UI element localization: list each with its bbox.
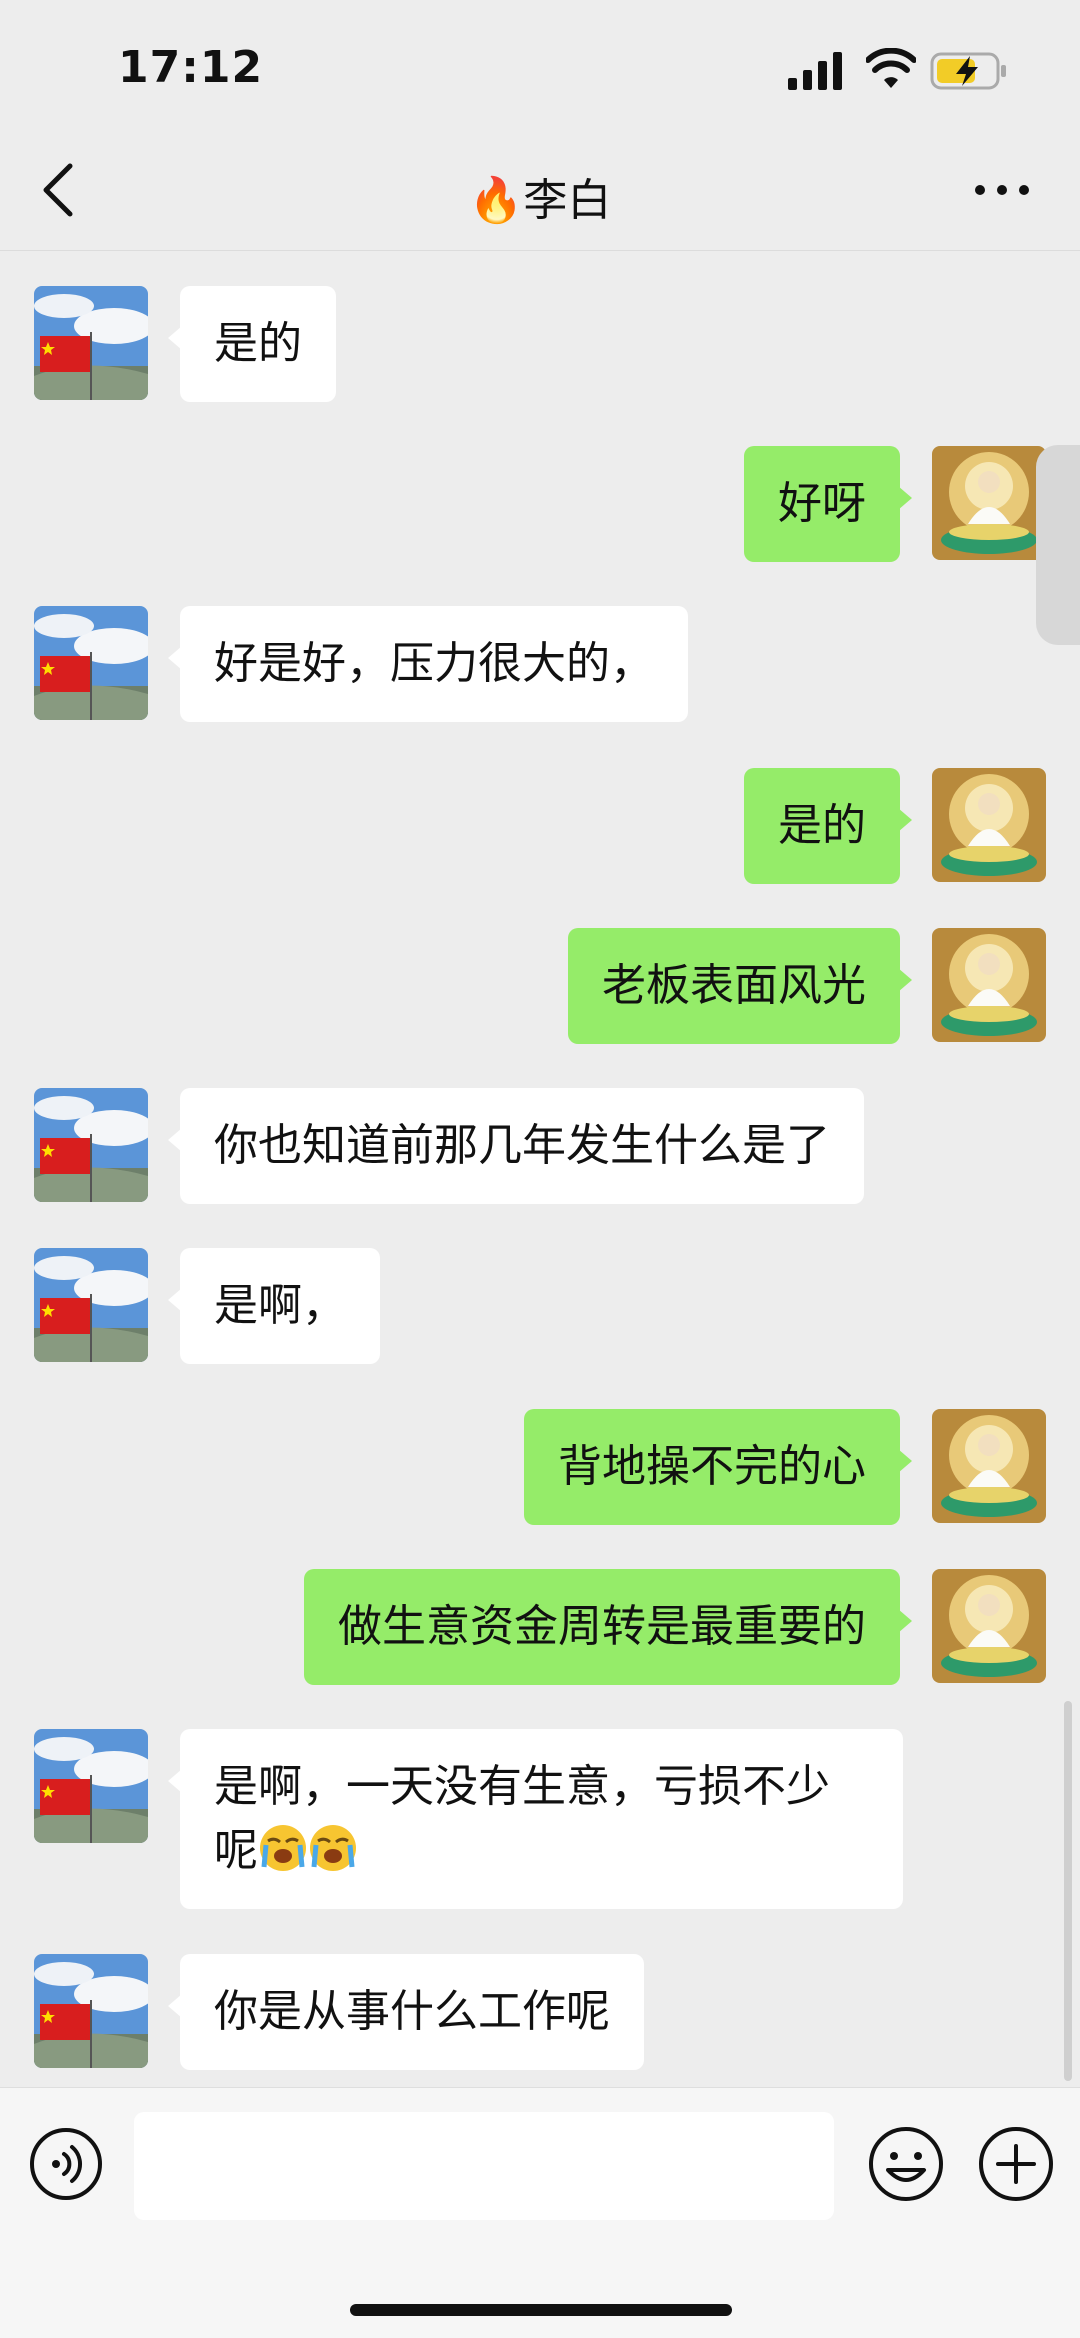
loudly-crying-face-icon: [260, 1825, 306, 1871]
message-list[interactable]: 是的 好呀 好是好，压力很大的， 是的 老板表面风光 你也知道前那几年发生什么是…: [0, 251, 1080, 2087]
my-avatar[interactable]: [932, 768, 1046, 882]
wifi-icon: [866, 48, 916, 88]
cellular-signal-icon: [788, 52, 842, 90]
home-indicator[interactable]: [350, 2304, 732, 2316]
contact-avatar[interactable]: [34, 286, 148, 400]
message-bubble-outgoing[interactable]: 好呀: [744, 446, 912, 562]
contact-avatar[interactable]: [34, 1088, 148, 1202]
plus-icon[interactable]: [976, 2124, 1056, 2204]
flag-avatar-image: [34, 1248, 148, 1362]
message-bubble-incoming[interactable]: 好是好，压力很大的，: [168, 606, 688, 722]
side-drag-handle[interactable]: [1036, 445, 1080, 645]
my-avatar[interactable]: [932, 446, 1046, 560]
message-bubble-incoming[interactable]: 是的: [168, 286, 336, 402]
flag-avatar-image: [34, 1729, 148, 1843]
fire-emoji-icon: 🔥: [468, 175, 524, 226]
buddha-avatar-image: [932, 1569, 1046, 1683]
message-input[interactable]: [134, 2112, 834, 2220]
status-bar: 17:12: [0, 0, 1080, 130]
scrollbar[interactable]: [1064, 1701, 1072, 2081]
my-avatar[interactable]: [932, 1569, 1046, 1683]
flag-avatar-image: [34, 1088, 148, 1202]
voice-icon[interactable]: [28, 2126, 104, 2202]
contact-avatar[interactable]: [34, 1954, 148, 2068]
buddha-avatar-image: [932, 928, 1046, 1042]
message-bubble-incoming[interactable]: 是啊，: [168, 1248, 380, 1364]
buddha-avatar-image: [932, 446, 1046, 560]
flag-avatar-image: [34, 286, 148, 400]
buddha-avatar-image: [932, 1409, 1046, 1523]
loudly-crying-face-icon: [310, 1825, 356, 1871]
buddha-avatar-image: [932, 768, 1046, 882]
emoji-icon[interactable]: [866, 2124, 946, 2204]
contact-avatar[interactable]: [34, 606, 148, 720]
input-bar: [0, 2087, 1080, 2338]
message-bubble-outgoing[interactable]: 是的: [744, 768, 912, 884]
contact-avatar[interactable]: [34, 1248, 148, 1362]
message-bubble-incoming[interactable]: 你是从事什么工作呢: [168, 1954, 644, 2070]
message-bubble-incoming[interactable]: 是啊，一天没有生意，亏损不少呢: [168, 1729, 903, 1909]
flag-avatar-image: [34, 606, 148, 720]
message-bubble-outgoing[interactable]: 背地操不完的心: [524, 1409, 912, 1525]
battery-charging-icon: [930, 52, 1006, 90]
chat-header: 🔥李白: [0, 130, 1080, 251]
message-bubble-outgoing[interactable]: 做生意资金周转是最重要的: [304, 1569, 912, 1685]
flag-avatar-image: [34, 1954, 148, 2068]
status-time: 17:12: [118, 42, 264, 93]
my-avatar[interactable]: [932, 928, 1046, 1042]
my-avatar[interactable]: [932, 1409, 1046, 1523]
message-bubble-outgoing[interactable]: 老板表面风光: [568, 928, 912, 1044]
contact-name: 李白: [523, 175, 612, 226]
message-bubble-incoming[interactable]: 你也知道前那几年发生什么是了: [168, 1088, 864, 1204]
more-icon[interactable]: [970, 172, 1034, 208]
contact-avatar[interactable]: [34, 1729, 148, 1843]
chat-title: 🔥李白: [0, 164, 1080, 228]
